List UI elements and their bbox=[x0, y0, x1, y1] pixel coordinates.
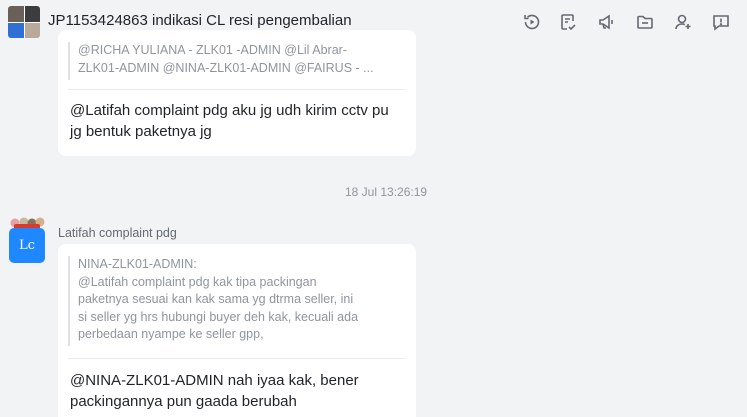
quote-line: si seller yg hrs hubungi buyer deh kak, … bbox=[78, 309, 359, 324]
quote-line: perbedaan nyampe ke seller gpp, bbox=[78, 327, 264, 341]
sender-avatar[interactable]: Lc bbox=[9, 217, 45, 263]
message-text: @Latifah complaint pdg aku jg udh kirim … bbox=[70, 100, 410, 142]
avatar-initials: Lc bbox=[9, 228, 45, 263]
message-text: @NINA-ZLK01-ADMIN nah iyaa kak, bener pa… bbox=[70, 370, 410, 412]
message-line: @Latifah complaint pdg aku jg udh kirim … bbox=[70, 102, 389, 119]
group-avatar-tile bbox=[8, 6, 24, 22]
add-member-icon[interactable] bbox=[673, 12, 693, 32]
quote-line: @RICHA YULIANA - ZLK01 -ADMIN @Lil Abrar… bbox=[78, 43, 347, 57]
quote-line: ZLK01-ADMIN @NINA-ZLK01-ADMIN @FAIRUS - … bbox=[78, 60, 374, 75]
quote-line: paketnya sesuai kan kak sama yg dtrma se… bbox=[78, 292, 354, 306]
quote-line: NINA-ZLK01-ADMIN: bbox=[78, 257, 197, 271]
reply-quote[interactable]: NINA-ZLK01-ADMIN: @Latifah complaint pdg… bbox=[68, 256, 408, 346]
group-avatar[interactable] bbox=[8, 6, 40, 38]
task-icon[interactable] bbox=[558, 12, 578, 32]
group-avatar-tile bbox=[24, 6, 40, 22]
group-avatar-tile bbox=[8, 22, 24, 38]
message-bubble[interactable]: @RICHA YULIANA - ZLK01 -ADMIN @Lil Abrar… bbox=[58, 30, 416, 156]
message-timestamp: 18 Jul 13:26:19 bbox=[345, 185, 428, 199]
quote-divider bbox=[68, 89, 406, 90]
quote-divider bbox=[68, 358, 406, 359]
message-line: @NINA-ZLK01-ADMIN nah iyaa kak, bener bbox=[70, 372, 359, 389]
message-line: packingannya pun gaada berubah bbox=[70, 393, 297, 410]
reply-quote[interactable]: @RICHA YULIANA - ZLK01 -ADMIN @Lil Abrar… bbox=[68, 42, 398, 80]
folder-icon[interactable] bbox=[635, 12, 655, 32]
chat-settings-icon[interactable] bbox=[711, 12, 731, 32]
message-bubble[interactable]: NINA-ZLK01-ADMIN: @Latifah complaint pdg… bbox=[58, 244, 416, 417]
quote-line: @Latifah complaint pdg kak tipa packinga… bbox=[78, 274, 317, 289]
history-icon[interactable] bbox=[522, 12, 542, 32]
group-avatar-tile bbox=[24, 22, 40, 38]
message-line: jg bentuk paketnya jg bbox=[70, 123, 212, 140]
announcement-icon[interactable] bbox=[596, 12, 616, 32]
chat-title[interactable]: JP1153424863 indikasi CL resi pengembali… bbox=[48, 12, 352, 29]
sender-name[interactable]: Latifah complaint pdg bbox=[58, 226, 177, 240]
